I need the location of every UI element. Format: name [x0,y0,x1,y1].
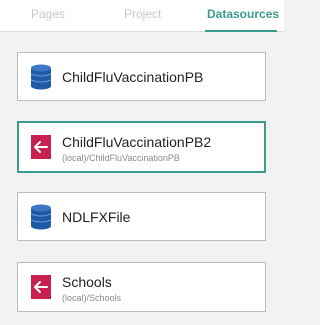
database-icon [30,204,52,230]
datasource-name: NDLFXFile [62,209,131,225]
datasource-item[interactable]: ChildFluVaccinationPB2 (local)/ChildFluV… [17,121,266,173]
tab-pages[interactable]: Pages [31,7,65,21]
linked-source-icon [31,135,51,159]
tab-project[interactable]: Project [124,7,161,21]
datasource-name: ChildFluVaccinationPB2 [62,134,212,150]
datasource-name: ChildFluVaccinationPB [62,69,204,85]
tab-datasources[interactable]: Datasources [207,7,279,21]
datasource-item[interactable]: NDLFXFile [17,192,266,241]
tab-bar: Pages Project Datasources [0,0,284,32]
datasource-item[interactable]: ChildFluVaccinationPB [17,52,266,101]
datasource-item[interactable]: Schools (local)/Schools [17,262,266,312]
active-tab-indicator [205,30,277,32]
linked-source-icon [31,275,51,299]
datasource-path: (local)/Schools [62,293,122,303]
database-icon [30,64,52,90]
datasource-name: Schools [62,274,112,290]
datasource-path: (local)/ChildFluVaccinationPB [62,153,180,163]
